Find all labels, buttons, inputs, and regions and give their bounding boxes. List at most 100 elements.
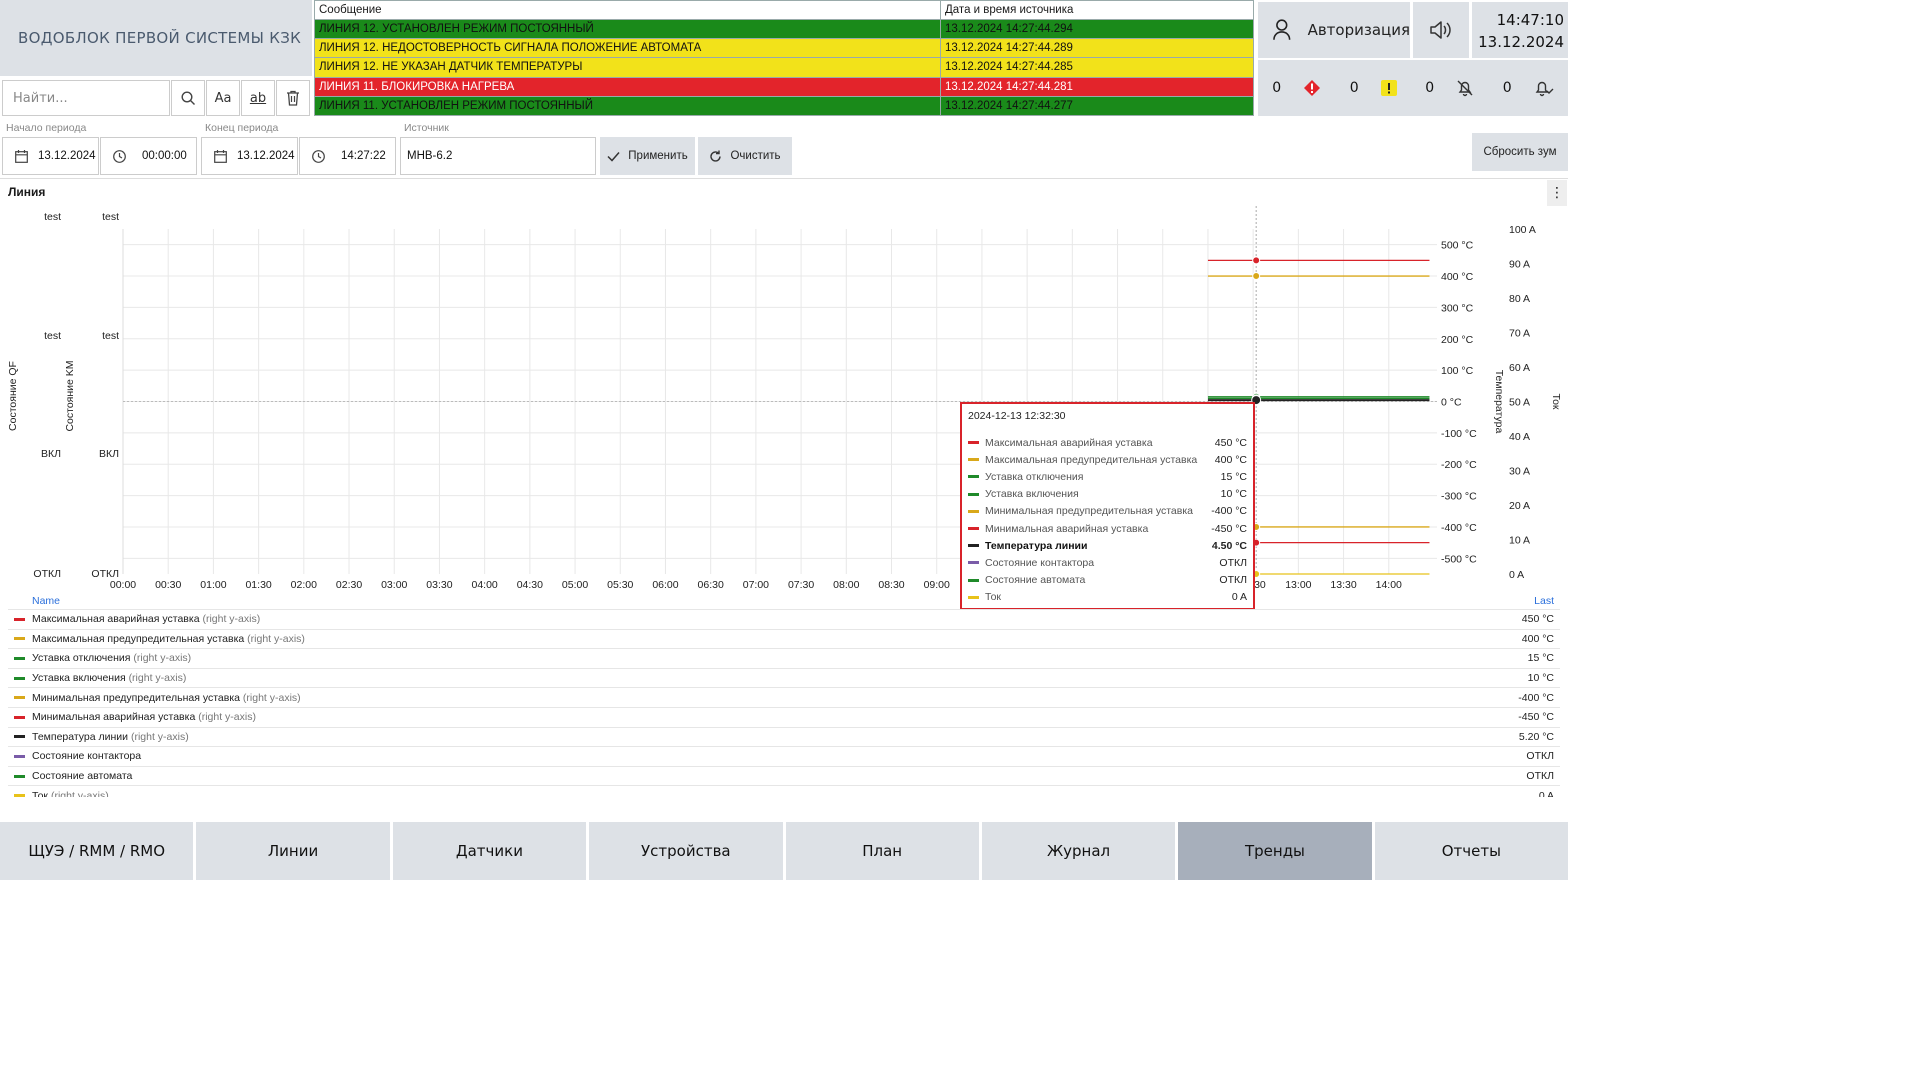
warning-icon [1380, 80, 1397, 96]
km-state-tick-label: ОТКЛ [91, 568, 119, 580]
check-icon [607, 151, 620, 162]
x-tick-label: 09:00 [924, 579, 950, 591]
apply-button[interactable]: Применить [600, 137, 695, 175]
nav-item[interactable]: Устройства [589, 822, 783, 880]
km-state-tick-label: test [102, 330, 119, 342]
source-value: МНВ-6.2 [407, 150, 453, 162]
whole-word-label: ab [249, 90, 267, 106]
tooltip-series-name: Температура линии [985, 539, 1088, 552]
legend-row[interactable]: Ток (right y-axis) 0 A [8, 786, 1560, 797]
match-case-button[interactable]: Aa [206, 80, 240, 116]
legend-row[interactable]: Максимальная предупредительная уставка (… [8, 630, 1560, 650]
y-current-axis-title: Ток [1550, 393, 1562, 409]
user-icon [1273, 19, 1291, 40]
nav-item[interactable]: Журнал [981, 822, 1176, 880]
start-date-value: 13.12.2024 [38, 150, 96, 162]
legend-series-last: 0 A [1538, 789, 1554, 797]
clear-search-button[interactable] [276, 80, 310, 116]
legend-row[interactable]: Минимальная аварийная уставка (right y-a… [8, 708, 1560, 728]
end-date-field[interactable]: 13.12.2024 [201, 137, 298, 175]
clock-icon [312, 149, 325, 163]
nav-item[interactable]: План [785, 822, 979, 880]
x-tick-label: 03:30 [426, 579, 452, 591]
nav-item[interactable]: ЩУЭ / RMM / RMO [0, 822, 194, 880]
counter-warning[interactable]: 0 [1350, 80, 1397, 96]
legend-series-axis: (right y-axis) [202, 613, 261, 626]
auth-label: Авторизация [1307, 21, 1410, 39]
counter-acknowledged[interactable]: 0 [1503, 79, 1554, 97]
alarm-row[interactable]: ЛИНИЯ 12. НЕДОСТОВЕРНОСТЬ СИГНАЛА ПОЛОЖЕ… [314, 38, 1254, 59]
alarm-message: ЛИНИЯ 12. НЕ УКАЗАН ДАТЧИК ТЕМПЕРАТУРЫ [314, 57, 941, 78]
alarm-row[interactable]: ЛИНИЯ 11. БЛОКИРОВКА НАГРЕВА 13.12.2024 1… [314, 76, 1254, 97]
alarm-time: 13.12.2024 14:27:44.285 [940, 57, 1254, 78]
clear-button[interactable]: Очистить [698, 137, 792, 175]
y-temp-tick-label: 100 °C [1441, 365, 1474, 377]
legend-row[interactable]: Максимальная аварийная уставка (right y-… [8, 610, 1560, 630]
series-swatch [14, 676, 25, 680]
alarm-row[interactable]: ЛИНИЯ 11. УСТАНОВЛЕН РЕЖИМ ПОСТОЯННЫЙ 13.… [314, 95, 1254, 117]
bell-ack-icon [1535, 81, 1554, 97]
series-swatch [14, 735, 25, 739]
start-date-field[interactable]: 13.12.2024 [2, 137, 99, 175]
clear-label: Очистить [730, 150, 781, 162]
reset-zoom-label: Сбросить зум [1483, 146, 1557, 158]
clock-icon [113, 149, 126, 163]
legend-row[interactable]: Состояние контактора ОТКЛ [8, 747, 1560, 767]
y-current-tick-label: 0 A [1509, 569, 1524, 581]
start-time-field[interactable]: 00:00:00 [100, 137, 197, 175]
series-swatch [14, 617, 25, 621]
tooltip-series-value: 400 °C [1214, 453, 1247, 466]
legend-series-label: Максимальная предупредительная уставка [32, 632, 245, 645]
source-field[interactable]: МНВ-6.2 [400, 137, 596, 175]
panel-menu-button[interactable]: ⋮ [1547, 180, 1567, 206]
y-temp-tick-label: -400 °C [1441, 522, 1477, 534]
legend-series-axis: (right y-axis) [50, 789, 109, 797]
nav-item[interactable]: Линии [196, 822, 390, 880]
legend-series-name: Уставка отключения (right y-axis) [32, 652, 1528, 664]
trend-chart[interactable]: 00:00 00:30 01:00 01:30 02:00 02:30 03:00 03:30… [0, 206, 1568, 598]
legend-row[interactable]: Температура линии (right y-axis) 5.20 °C [8, 728, 1560, 748]
nav-item[interactable]: Тренды [1178, 822, 1372, 880]
tooltip-row: Температура линии 4.50 °C [968, 537, 1247, 554]
nav-item[interactable]: Датчики [392, 822, 587, 880]
start-period-label: Начало периода [6, 122, 87, 134]
sound-button[interactable] [1413, 2, 1469, 58]
counter-muted[interactable]: 0 [1425, 79, 1474, 97]
legend-series-label: Уставка отключения [32, 652, 131, 665]
search-input[interactable]: Найти... [2, 80, 170, 116]
end-time-field[interactable]: 14:27:22 [299, 137, 396, 175]
legend-series-axis: (right y-axis) [133, 652, 192, 665]
whole-word-button[interactable]: ab [241, 80, 275, 116]
legend-series-last: 450 °C [1521, 613, 1554, 626]
legend-row[interactable]: Минимальная предупредительная уставка (r… [8, 688, 1560, 708]
match-case-label: Aa [214, 90, 232, 106]
auth-button[interactable]: Авторизация [1258, 2, 1410, 58]
alarm-row[interactable]: ЛИНИЯ 12. УСТАНОВЛЕН РЕЖИМ ПОСТОЯННЫЙ 13.… [314, 18, 1254, 40]
apply-label: Применить [628, 150, 688, 162]
legend-row[interactable]: Уставка включения (right y-axis) 10 °C [8, 669, 1560, 689]
legend-series-name: Максимальная предупредительная уставка (… [32, 633, 1522, 645]
qf-state-tick-label: test [44, 330, 61, 342]
legend-series-last: ОТКЛ [1526, 750, 1554, 763]
search-button[interactable] [171, 80, 205, 116]
alarm-row[interactable]: ЛИНИЯ 12. НЕ УКАЗАН ДАТЧИК ТЕМПЕРАТУРЫ 13… [314, 57, 1254, 78]
legend-series-name: Состояние контактора [32, 750, 1526, 762]
qf-state-tick-label: test [44, 211, 61, 223]
counter-critical[interactable]: 0 [1272, 79, 1321, 97]
legend-row[interactable]: Состояние автомата ОТКЛ [8, 767, 1560, 787]
tooltip-row: Уставка включения 10 °C [968, 486, 1247, 503]
counter-warning-value: 0 [1349, 80, 1359, 96]
legend-row[interactable]: Уставка отключения (right y-axis) 15 °C [8, 649, 1560, 669]
end-time-value: 14:27:22 [341, 150, 386, 162]
x-tick-label: 13:00 [1285, 579, 1311, 591]
legend-series-last: 15 °C [1527, 652, 1554, 665]
nav-item[interactable]: Отчеты [1374, 822, 1568, 880]
reset-zoom-button[interactable]: Сбросить зум [1472, 133, 1568, 171]
tooltip-row: Состояние контактора ОТКЛ [968, 554, 1247, 571]
x-tick-label: 03:00 [381, 579, 407, 591]
x-tick-label: 08:00 [833, 579, 859, 591]
y-temp-tick-label: 400 °C [1441, 271, 1474, 283]
legend-col-last[interactable]: Last [1534, 595, 1554, 609]
legend-series-label: Состояние контактора [32, 750, 142, 763]
legend-col-name[interactable]: Name [32, 595, 60, 609]
